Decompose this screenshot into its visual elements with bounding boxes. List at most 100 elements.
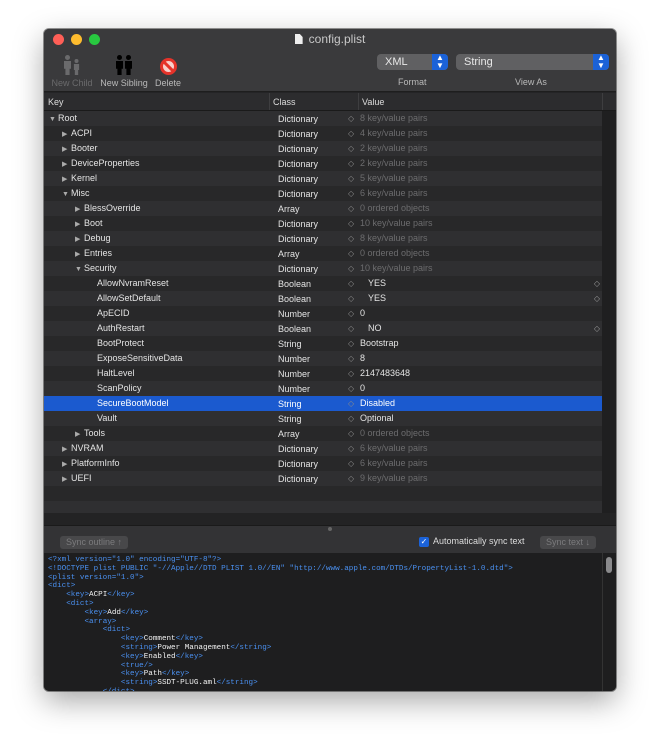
class-cell[interactable]: Dictionary xyxy=(278,172,318,187)
value-cell[interactable]: YES xyxy=(368,276,386,291)
table-row[interactable]: ▶ NVRAM Dictionary ◇ 6 key/value pairs xyxy=(44,441,602,456)
stepper-icon[interactable]: ◇ xyxy=(348,396,354,411)
column-header-key[interactable]: Key xyxy=(48,97,64,107)
table-row[interactable]: AllowSetDefault Boolean ◇ YES ◇ xyxy=(44,291,602,306)
table-row[interactable]: HaltLevel Number ◇ 2147483648 xyxy=(44,366,602,381)
outline-view[interactable]: ▼ Root Dictionary ◇ 8 key/value pairs ▶ ACPI Di… xyxy=(44,111,602,523)
sync-text-button[interactable]: Sync text ↓ xyxy=(540,536,597,549)
table-row[interactable]: ▶ PlatformInfo Dictionary ◇ 6 key/value pair… xyxy=(44,456,602,471)
table-row[interactable]: ScanPolicy Number ◇ 0 xyxy=(44,381,602,396)
delete-button[interactable]: Delete xyxy=(152,51,184,88)
table-row[interactable]: ▶ UEFI Dictionary ◇ 9 key/value pairs xyxy=(44,471,602,486)
value-cell[interactable]: 6 key/value pairs xyxy=(360,186,428,201)
table-row[interactable]: AuthRestart Boolean ◇ NO ◇ xyxy=(44,321,602,336)
scroll-thumb[interactable] xyxy=(606,557,612,573)
stepper-icon[interactable]: ◇ xyxy=(348,426,354,441)
stepper-icon[interactable]: ◇ xyxy=(348,441,354,456)
column-header-value[interactable]: Value xyxy=(362,97,384,107)
class-cell[interactable]: Dictionary xyxy=(278,187,318,202)
auto-sync-label[interactable]: Automatically sync text xyxy=(433,536,525,546)
disclosure-closed-icon[interactable]: ▶ xyxy=(62,442,71,457)
stepper-icon[interactable]: ◇ xyxy=(348,261,354,276)
value-cell[interactable]: Disabled xyxy=(360,396,395,411)
table-row[interactable]: AllowNvramReset Boolean ◇ YES ◇ xyxy=(44,276,602,291)
class-cell[interactable]: Dictionary xyxy=(278,262,318,277)
class-cell[interactable]: Dictionary xyxy=(278,217,318,232)
value-cell[interactable]: 5 key/value pairs xyxy=(360,171,428,186)
disclosure-closed-icon[interactable]: ▶ xyxy=(75,217,84,232)
stepper-icon[interactable]: ◇ xyxy=(348,276,354,291)
stepper-icon[interactable]: ◇ xyxy=(348,246,354,261)
disclosure-closed-icon[interactable]: ▶ xyxy=(75,427,84,442)
stepper-icon[interactable]: ◇ xyxy=(348,201,354,216)
value-cell[interactable]: Bootstrap xyxy=(360,336,399,351)
disclosure-closed-icon[interactable]: ▶ xyxy=(62,472,71,487)
class-cell[interactable]: Dictionary xyxy=(278,457,318,472)
split-handle[interactable] xyxy=(328,527,332,531)
stepper-icon[interactable]: ◇ xyxy=(348,381,354,396)
class-cell[interactable]: Number xyxy=(278,367,310,382)
disclosure-closed-icon[interactable]: ▶ xyxy=(75,247,84,262)
stepper-icon[interactable]: ◇ xyxy=(348,111,354,126)
text-scrollbar[interactable] xyxy=(602,553,616,691)
stepper-icon[interactable]: ◇ xyxy=(348,171,354,186)
table-row[interactable]: ▶ DeviceProperties Dictionary ◇ 2 key/value … xyxy=(44,156,602,171)
disclosure-closed-icon[interactable]: ▶ xyxy=(62,157,71,172)
disclosure-closed-icon[interactable]: ▶ xyxy=(62,142,71,157)
value-cell[interactable]: YES xyxy=(368,291,386,306)
value-cell[interactable]: 0 ordered objects xyxy=(360,201,430,216)
table-row[interactable]: ▶ Kernel Dictionary ◇ 5 key/value pairs xyxy=(44,171,602,186)
value-cell[interactable]: 2147483648 xyxy=(360,366,410,381)
disclosure-closed-icon[interactable]: ▶ xyxy=(62,457,71,472)
value-cell[interactable]: 0 xyxy=(360,306,365,321)
stepper-icon[interactable]: ◇ xyxy=(348,471,354,486)
table-row[interactable]: ▶ Tools Array ◇ 0 ordered objects xyxy=(44,426,602,441)
chevron-updown-icon[interactable]: ◇ xyxy=(594,291,600,306)
stepper-icon[interactable]: ◇ xyxy=(348,156,354,171)
class-cell[interactable]: Array xyxy=(278,427,300,442)
chevron-updown-icon[interactable]: ◇ xyxy=(594,321,600,336)
stepper-icon[interactable]: ◇ xyxy=(348,231,354,246)
outline-scrollbar[interactable] xyxy=(602,111,616,523)
class-cell[interactable]: Number xyxy=(278,382,310,397)
xml-text-editor[interactable]: <?xml version="1.0" encoding="UTF-8"?> <!… xyxy=(44,553,602,691)
class-cell[interactable]: Array xyxy=(278,202,300,217)
disclosure-closed-icon[interactable]: ▶ xyxy=(62,127,71,142)
table-row[interactable]: ▼ Security Dictionary ◇ 10 key/value pairs xyxy=(44,261,602,276)
class-cell[interactable]: Dictionary xyxy=(278,112,318,127)
disclosure-closed-icon[interactable]: ▶ xyxy=(75,232,84,247)
table-row[interactable]: Vault String ◇ Optional xyxy=(44,411,602,426)
table-row[interactable]: ▶ ACPI Dictionary ◇ 4 key/value pairs xyxy=(44,126,602,141)
stepper-icon[interactable]: ◇ xyxy=(348,186,354,201)
value-cell[interactable]: NO xyxy=(368,321,382,336)
disclosure-open-icon[interactable]: ▼ xyxy=(49,112,58,127)
class-cell[interactable]: Boolean xyxy=(278,292,311,307)
value-cell[interactable]: 2 key/value pairs xyxy=(360,141,428,156)
class-cell[interactable]: Array xyxy=(278,247,300,262)
new-child-button[interactable]: New Child xyxy=(50,51,94,88)
value-cell[interactable]: 9 key/value pairs xyxy=(360,471,428,486)
stepper-icon[interactable]: ◇ xyxy=(348,366,354,381)
value-cell[interactable]: 6 key/value pairs xyxy=(360,456,428,471)
stepper-icon[interactable]: ◇ xyxy=(348,321,354,336)
table-row[interactable]: ExposeSensitiveData Number ◇ 8 xyxy=(44,351,602,366)
value-cell[interactable]: 0 ordered objects xyxy=(360,426,430,441)
view-as-select[interactable]: String ▲ ▼ xyxy=(456,54,609,70)
format-select[interactable]: XML ▲ ▼ xyxy=(377,54,448,70)
class-cell[interactable]: Dictionary xyxy=(278,472,318,487)
value-cell[interactable]: 10 key/value pairs xyxy=(360,261,433,276)
table-row[interactable]: ▼ Root Dictionary ◇ 8 key/value pairs xyxy=(44,111,602,126)
class-cell[interactable]: Boolean xyxy=(278,277,311,292)
value-cell[interactable]: 6 key/value pairs xyxy=(360,441,428,456)
class-cell[interactable]: Dictionary xyxy=(278,232,318,247)
stepper-icon[interactable]: ◇ xyxy=(348,351,354,366)
stepper-icon[interactable]: ◇ xyxy=(348,291,354,306)
value-cell[interactable]: 8 xyxy=(360,351,365,366)
class-cell[interactable]: Number xyxy=(278,352,310,367)
new-sibling-button[interactable]: New Sibling xyxy=(98,51,150,88)
table-row[interactable]: ▼ Misc Dictionary ◇ 6 key/value pairs xyxy=(44,186,602,201)
value-cell[interactable]: 10 key/value pairs xyxy=(360,216,433,231)
table-row[interactable]: ▶ BlessOverride Array ◇ 0 ordered objects xyxy=(44,201,602,216)
value-cell[interactable]: 2 key/value pairs xyxy=(360,156,428,171)
table-row[interactable]: ▶ Entries Array ◇ 0 ordered objects xyxy=(44,246,602,261)
